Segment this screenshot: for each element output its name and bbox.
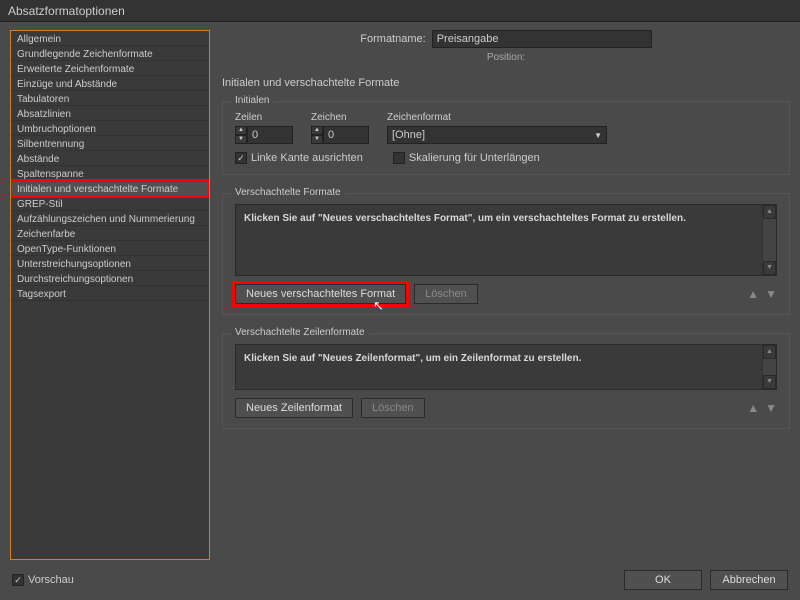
sidebar-item[interactable]: Absatzlinien bbox=[11, 106, 209, 121]
linke-kante-label: Linke Kante ausrichten bbox=[251, 152, 363, 164]
scrollbar[interactable]: ▲ ▼ bbox=[762, 345, 776, 389]
sidebar-item[interactable]: Zeichenfarbe bbox=[11, 226, 209, 241]
cancel-button[interactable]: Abbrechen bbox=[710, 570, 788, 590]
sidebar-item[interactable]: GREP-Stil bbox=[11, 196, 209, 211]
nested-hint: Klicken Sie auf "Neues verschachteltes F… bbox=[244, 213, 686, 224]
sidebar-item[interactable]: Silbentrennung bbox=[11, 136, 209, 151]
preview-label: Vorschau bbox=[28, 574, 74, 586]
sidebar-item[interactable]: Spaltenspanne bbox=[11, 166, 209, 181]
move-up-icon[interactable]: ▲ bbox=[747, 401, 759, 415]
sidebar-item[interactable]: Umbruchoptionen bbox=[11, 121, 209, 136]
lines-list[interactable]: Klicken Sie auf "Neues Zeilenformat", um… bbox=[235, 344, 777, 390]
sidebar-item[interactable]: Einzüge und Abstände bbox=[11, 76, 209, 91]
sidebar-item[interactable]: Durchstreichungsoptionen bbox=[11, 271, 209, 286]
checkbox-check-icon: ✓ bbox=[12, 574, 24, 586]
sidebar-item[interactable]: OpenType-Funktionen bbox=[11, 241, 209, 256]
zeichenformat-label: Zeichenformat bbox=[387, 112, 607, 123]
formatname-input[interactable] bbox=[432, 30, 652, 48]
linke-kante-checkbox[interactable]: ✓ Linke Kante ausrichten bbox=[235, 152, 363, 164]
window-title: Absatzformatoptionen bbox=[0, 0, 800, 22]
checkbox-check-icon: ✓ bbox=[235, 152, 247, 164]
zeilen-label: Zeilen bbox=[235, 112, 293, 123]
new-line-format-button[interactable]: Neues Zeilenformat bbox=[235, 398, 353, 418]
zeichen-input[interactable] bbox=[323, 126, 369, 144]
move-down-icon[interactable]: ▼ bbox=[765, 287, 777, 301]
zeichen-down-icon[interactable]: ▼ bbox=[311, 135, 323, 144]
sidebar-item[interactable]: Abstände bbox=[11, 151, 209, 166]
zeilen-down-icon[interactable]: ▼ bbox=[235, 135, 247, 144]
sidebar-item[interactable]: Tagsexport bbox=[11, 286, 209, 301]
new-nested-format-button[interactable]: Neues verschachteltes Format bbox=[235, 284, 406, 304]
scroll-down-icon[interactable]: ▼ bbox=[763, 375, 776, 389]
zeilen-up-icon[interactable]: ▲ bbox=[235, 126, 247, 135]
scroll-up-icon[interactable]: ▲ bbox=[763, 205, 776, 219]
nested-legend: Verschachtelte Formate bbox=[231, 187, 345, 198]
nested-fieldset: Verschachtelte Formate Klicken Sie auf "… bbox=[222, 193, 790, 315]
zeichen-label: Zeichen bbox=[311, 112, 369, 123]
move-down-icon[interactable]: ▼ bbox=[765, 401, 777, 415]
initialen-fieldset: Initialen Zeilen ▲ ▼ Zeichen bbox=[222, 101, 790, 175]
sidebar-item[interactable]: Tabulatoren bbox=[11, 91, 209, 106]
position-label: Position: bbox=[222, 52, 790, 63]
skalierung-label: Skalierung für Unterlängen bbox=[409, 152, 540, 164]
lines-legend: Verschachtelte Zeilenformate bbox=[231, 327, 369, 338]
zeichen-up-icon[interactable]: ▲ bbox=[311, 126, 323, 135]
zeichenformat-value: [Ohne] bbox=[392, 129, 425, 141]
delete-nested-button[interactable]: Löschen bbox=[414, 284, 478, 304]
nested-list[interactable]: Klicken Sie auf "Neues verschachteltes F… bbox=[235, 204, 777, 276]
formatname-label: Formatname: bbox=[360, 33, 425, 45]
zeichenformat-select[interactable]: [Ohne] ▼ bbox=[387, 126, 607, 144]
ok-button[interactable]: OK bbox=[624, 570, 702, 590]
sidebar-item[interactable]: Erweiterte Zeichenformate bbox=[11, 61, 209, 76]
initialen-legend: Initialen bbox=[231, 95, 273, 106]
scroll-down-icon[interactable]: ▼ bbox=[763, 261, 776, 275]
chevron-down-icon: ▼ bbox=[594, 131, 602, 140]
sidebar-item[interactable]: Allgemein bbox=[11, 31, 209, 46]
lines-hint: Klicken Sie auf "Neues Zeilenformat", um… bbox=[244, 353, 581, 364]
skalierung-checkbox[interactable]: Skalierung für Unterlängen bbox=[393, 152, 540, 164]
scroll-up-icon[interactable]: ▲ bbox=[763, 345, 776, 359]
sidebar-item[interactable]: Grundlegende Zeichenformate bbox=[11, 46, 209, 61]
sidebar-item[interactable]: Aufzählungszeichen und Nummerierung bbox=[11, 211, 209, 226]
lines-fieldset: Verschachtelte Zeilenformate Klicken Sie… bbox=[222, 333, 790, 429]
scrollbar[interactable]: ▲ ▼ bbox=[762, 205, 776, 275]
category-sidebar: AllgemeinGrundlegende ZeichenformateErwe… bbox=[10, 30, 210, 560]
sidebar-item[interactable]: Initialen und verschachtelte Formate bbox=[11, 181, 209, 196]
delete-line-button[interactable]: Löschen bbox=[361, 398, 425, 418]
preview-checkbox[interactable]: ✓ Vorschau bbox=[12, 574, 74, 586]
zeilen-input[interactable] bbox=[247, 126, 293, 144]
move-up-icon[interactable]: ▲ bbox=[747, 287, 759, 301]
sidebar-item[interactable]: Unterstreichungsoptionen bbox=[11, 256, 209, 271]
checkbox-empty-icon bbox=[393, 152, 405, 164]
section-title: Initialen und verschachtelte Formate bbox=[222, 77, 790, 89]
